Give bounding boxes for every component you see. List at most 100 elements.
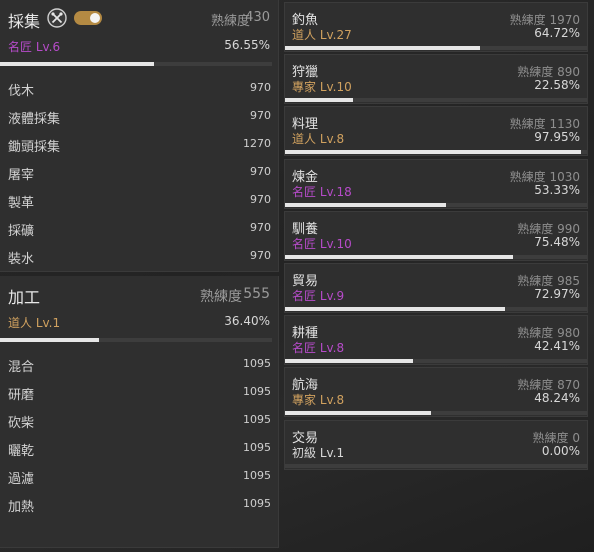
- gathering-sub-row[interactable]: 伐木 970: [0, 74, 279, 102]
- processing-sub-row[interactable]: 研磨 1095: [0, 378, 279, 406]
- skill-prof-value: 1970: [549, 13, 580, 27]
- skill-card[interactable]: 耕種 熟練度 980 名匠 Lv.8 42.41%: [284, 315, 588, 366]
- skill-progress-track: [285, 98, 587, 103]
- skill-prof-label: 熟練度: [532, 430, 569, 445]
- skill-progress-track: [285, 463, 587, 468]
- gathering-sub-list: 伐木 970 液體採集 970 鋤頭採集 1270 屠宰 970 製革 970 採礦 970 裝水 970: [0, 74, 279, 270]
- skill-percent: 53.33%: [534, 182, 580, 197]
- skill-percent: 75.48%: [534, 234, 580, 249]
- gathering-header: 採集 熟練度 430 名匠 Lv.6 56.55%: [0, 0, 278, 66]
- skill-card[interactable]: 釣魚 熟練度 1970 道人 Lv.27 64.72%: [284, 2, 588, 52]
- skill-card[interactable]: 煉金 熟練度 1030 名匠 Lv.18 53.33%: [284, 158, 588, 209]
- skill-prof-label: 熟練度: [509, 13, 546, 27]
- skill-progress-track: [285, 411, 587, 416]
- skill-prof-label: 熟練度: [509, 117, 546, 132]
- skill-level: 專家 Lv.8: [292, 393, 345, 408]
- gathering-sub-row[interactable]: 液體採集 970: [0, 102, 279, 130]
- skill-prof-value: 870: [557, 378, 580, 393]
- skill-prof-value: 0: [572, 430, 580, 445]
- skill-prof-label: 熟練度: [517, 274, 554, 288]
- skill-prof-value: 980: [557, 326, 580, 341]
- sub-skill-name: 研磨: [8, 388, 35, 403]
- gathering-sub-row[interactable]: 裝水 970: [0, 242, 279, 270]
- sub-skill-value: 970: [250, 249, 271, 262]
- gathering-progress-track: [0, 62, 272, 66]
- skill-prof-label: 熟練度: [517, 65, 554, 80]
- gathering-prof-value: 430: [245, 10, 270, 25]
- skill-card[interactable]: 航海 熟練度 870 專家 Lv.8 48.24%: [284, 367, 588, 418]
- processing-sub-row[interactable]: 曬乾 1095: [0, 434, 279, 462]
- sub-skill-value: 1095: [243, 441, 271, 454]
- sub-skill-value: 970: [250, 165, 271, 178]
- gathering-prof-label: 熟練度: [210, 14, 250, 29]
- sub-skill-name: 伐木: [8, 84, 35, 99]
- skill-card[interactable]: 料理 熟練度 1130 道人 Lv.8 97.95%: [284, 106, 588, 157]
- gathering-percent: 56.55%: [224, 38, 270, 52]
- sub-skill-name: 採礦: [8, 224, 35, 239]
- processing-sub-row[interactable]: 混合 1095: [0, 350, 279, 378]
- skill-level: 初級 Lv.1: [292, 445, 345, 460]
- processing-panel: 加工 熟練度 555 道人 Lv.1 36.40% 混合 1095 研磨 1095 砍柴…: [0, 276, 279, 548]
- skill-percent: 22.58%: [534, 78, 580, 93]
- skill-percent: 0.00%: [541, 443, 580, 458]
- sub-skill-value: 1095: [243, 357, 271, 370]
- processing-sub-row[interactable]: 過濾 1095: [0, 462, 279, 490]
- skill-prof-value: 890: [557, 65, 580, 80]
- gathering-sub-row[interactable]: 屠宰 970: [0, 158, 279, 186]
- skill-progress-fill: [285, 254, 513, 259]
- sub-skill-name: 過濾: [8, 472, 35, 487]
- skill-prof-label: 熟練度: [517, 221, 554, 236]
- skill-progress-track: [285, 254, 587, 259]
- skill-percent: 72.97%: [534, 287, 580, 301]
- skill-prof-value: 1030: [549, 169, 580, 184]
- gathering-sub-row[interactable]: 鋤頭採集 1270: [0, 130, 279, 158]
- skill-prof-label: 熟練度: [517, 378, 554, 393]
- gathering-panel: 採集 熟練度 430 名匠 Lv.6 56.55% 伐木 970 液體採集 97…: [0, 0, 279, 272]
- gathering-title: 採集: [8, 12, 41, 31]
- skill-percent: 64.72%: [534, 26, 580, 40]
- sub-skill-name: 屠宰: [8, 168, 35, 183]
- skill-level: 名匠 Lv.10: [292, 236, 352, 251]
- skill-card[interactable]: 交易 熟練度 0 初級 Lv.1 0.00%: [284, 419, 588, 470]
- skill-prof-value: 990: [557, 221, 580, 236]
- skill-prof-label: 熟練度: [509, 169, 546, 184]
- skill-percent: 97.95%: [534, 130, 580, 145]
- sub-skill-value: 970: [250, 221, 271, 234]
- skill-card[interactable]: 貿易 熟練度 985 名匠 Lv.9 72.97%: [284, 263, 588, 313]
- sub-skill-name: 砍柴: [8, 416, 35, 431]
- skill-prof-value: 1130: [549, 117, 580, 132]
- processing-level: 道人 Lv.1: [8, 316, 61, 330]
- skill-progress-track: [285, 359, 587, 364]
- skill-progress-fill: [285, 359, 414, 364]
- sub-skill-value: 1270: [243, 137, 271, 150]
- skill-progress-fill: [285, 202, 447, 207]
- gathering-progress-fill: [0, 62, 154, 66]
- sub-skill-name: 加熱: [8, 500, 35, 515]
- processing-prof-value: 555: [243, 286, 270, 302]
- skill-progress-fill: [285, 411, 431, 416]
- skill-card[interactable]: 馴養 熟練度 990 名匠 Lv.10 75.48%: [284, 210, 588, 261]
- gathering-sub-row[interactable]: 製革 970: [0, 186, 279, 214]
- sub-skill-name: 鋤頭採集: [8, 140, 61, 155]
- processing-sub-row[interactable]: 砍柴 1095: [0, 406, 279, 434]
- sub-skill-value: 1095: [243, 413, 271, 426]
- skill-percent: 48.24%: [534, 391, 580, 406]
- gathering-toggle[interactable]: [74, 11, 102, 25]
- gathering-sub-row[interactable]: 採礦 970: [0, 214, 279, 242]
- sub-skill-name: 曬乾: [8, 444, 35, 459]
- skill-progress-track: [285, 307, 587, 311]
- processing-percent: 36.40%: [224, 314, 270, 328]
- skill-progress-fill: [285, 150, 581, 155]
- sub-skill-name: 混合: [8, 360, 35, 375]
- processing-prof-label: 熟練度: [200, 289, 242, 305]
- processing-header: 加工 熟練度 555 道人 Lv.1 36.40%: [0, 276, 278, 342]
- skill-level: 名匠 Lv.9: [292, 289, 345, 303]
- processing-sub-list: 混合 1095 研磨 1095 砍柴 1095 曬乾 1095 過濾 1095 加熱 1095: [0, 350, 279, 518]
- skill-card[interactable]: 狩獵 熟練度 890 專家 Lv.10 22.58%: [284, 54, 588, 105]
- processing-progress-fill: [0, 338, 99, 342]
- crossed-tools-icon[interactable]: [47, 8, 67, 28]
- sub-skill-name: 液體採集: [8, 112, 61, 127]
- skill-prof-label: 熟練度: [517, 326, 554, 341]
- skill-level: 道人 Lv.27: [292, 28, 352, 42]
- processing-sub-row[interactable]: 加熱 1095: [0, 490, 279, 518]
